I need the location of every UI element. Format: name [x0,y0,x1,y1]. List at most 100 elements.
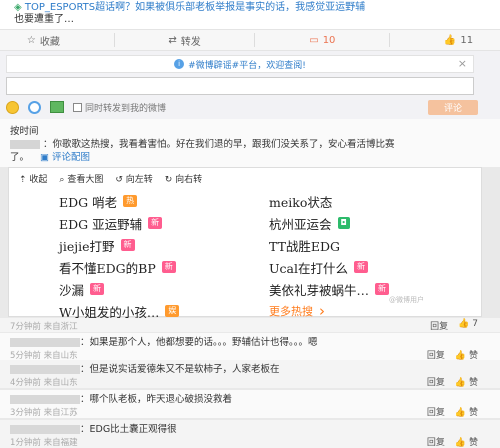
divider [113,33,115,47]
post-text-line1[interactable]: TOP_ESPORTS超话啊？如果被俱乐部老板举报是事实的话，我感觉亚运野辅 [25,2,365,13]
hot-search-item[interactable]: 杭州亚运会 ◘ [269,212,479,234]
hot-search-badge: 新 [354,261,368,273]
emoji-icon[interactable] [6,100,19,114]
like-button[interactable]: 👍 11 [444,35,473,46]
like-button[interactable]: 👍 赞 [455,375,478,388]
sort-by-time[interactable]: 按时间 [10,126,39,137]
like-button[interactable]: 👍 赞 [455,405,478,418]
hot-search-item[interactable]: EDG 哨老热 [59,190,259,212]
comment-meta: 4分钟前 来自山东 [10,377,78,388]
hot-search-item[interactable]: TT战胜EDG [269,234,479,256]
notice-text[interactable]: #微博辟谣#平台，欢迎查阅! [188,58,306,71]
hot-search-badge: 热 [123,195,138,207]
reply-button[interactable]: 回复 [427,405,445,418]
hot-list-left: EDG 哨老热 EDG 亚运野辅新 jiejie打野新看不懂EDG的BP 新沙漏新 W小… [59,190,259,322]
viewer-toolbar: ⇡ 收起 ⌕ 查看大图 ↺ 向左转 ↻ 向右转 [19,172,202,185]
post-text: ◈ TOP_ESPORTS超话啊？如果被俱乐部老板举报是事实的话，我感觉亚运野辅… [0,0,500,30]
repost-button[interactable]: ⇄ 转发 [168,33,200,48]
checkbox-icon [73,102,82,112]
hot-search-text: jiejie打野 [59,238,115,254]
collapse-button[interactable]: ⇡ 收起 [19,172,47,185]
thumb-up-icon: 👍 [454,408,469,418]
repost-icon: ⇄ [168,34,177,46]
hot-search-text: 沙漏 [59,282,85,298]
submit-comment-button[interactable]: 评论 [428,100,478,115]
comment-text: ：哪个队老板，昨天退心破损没救着 [80,394,233,405]
hot-search-badge: 娱 [165,305,180,317]
comment-input[interactable] [6,77,474,95]
hot-search-item[interactable]: EDG 亚运野辅新 [59,212,259,234]
super-topic-icon: ◈ [14,2,25,13]
hot-search-badge: ◘ [337,217,350,229]
hot-search-text: EDG 亚运野辅 [59,216,143,232]
reply-button[interactable]: 回复 [430,319,448,332]
hot-search-text: EDG 哨老 [59,194,118,210]
hot-search-item[interactable]: 沙漏新 [59,278,259,300]
post-text-line2: 也要遭重了… [14,14,74,25]
hot-search-item[interactable]: Ucal在打什么新 [269,256,479,278]
sort-bar: 按时间 [0,119,500,137]
avatar[interactable] [10,365,80,374]
avatar[interactable] [10,338,80,347]
like-button[interactable]: 👍 赞 [455,435,478,448]
avatar[interactable] [10,425,80,434]
notice-bar: i #微博辟谣#平台，欢迎查阅! × [6,55,474,73]
view-large-button[interactable]: ⌕ 查看大图 [59,172,103,185]
comment-meta: 7分钟前 来自浙江 [10,321,78,332]
image-viewer: ⇡ 收起 ⌕ 查看大图 ↺ 向左转 ↻ 向右转 EDG 哨老热 EDG 亚运野辅新… [8,167,482,320]
hot-list-right: meiko状态 杭州亚运会 ◘ TT战胜EDG Ucal在打什么新美依礼芽被蜗牛… 新更多… [269,190,479,322]
divider [389,33,391,47]
comment-text: ：EDG比土囊正观得很 [80,424,177,435]
topic-icon[interactable] [28,100,41,114]
hot-search-text: meiko状态 [269,194,333,210]
hot-search-item[interactable]: 美依礼芽被蜗牛… 新 [269,278,479,300]
watermark: @微博用户 [389,296,424,304]
reply-button[interactable]: 回复 [427,435,445,448]
rotate-left-button[interactable]: ↺ 向左转 [115,172,152,185]
thumb-up-icon: 👍 [454,378,469,388]
comment-item: ：EDG比土囊正观得很 1分钟前 来自福建 回复 👍 赞 [0,420,500,448]
hot-search-item[interactable]: jiejie打野新 [59,234,259,256]
image-link[interactable]: ▣ 评论配图 [40,152,90,163]
comment-item: 7分钟前 来自浙江 回复 👍 7 [0,318,500,332]
hot-search-badge: 新 [161,261,176,273]
hot-search-text: 杭州亚运会 [269,216,332,232]
hot-search-badge: 新 [120,239,135,251]
comment-item: ：如果是那个人，他都想要的话。。。野辅估计也得。。。嗯 5分钟前 来自山东 回复 👍 … [0,333,500,361]
hot-search-text: 看不懂EDG的BP [59,260,156,276]
composer-toolbar: 同时转发到我的微博 评论 [6,98,496,116]
comment-panel: i #微博辟谣#平台，欢迎查阅! × 同时转发到我的微博 评论 [0,51,500,119]
comment-item: ：但是说实话爱德朱又不是软柿子，人家老板在 4分钟前 来自山东 回复 👍 赞 [0,360,500,388]
comment-meta: 3分钟前 来自江苏 [10,407,78,418]
thumb-up-icon: 👍 [443,34,457,46]
comment-with-image: ：你歌歌这热搜，我看着害怕。好在我们退的早，跟我们没关系了，安心看活博比赛 了。… [0,137,500,167]
comment-meta: 1分钟前 来自福建 [10,437,78,448]
comment-icon: ▭ [309,34,319,46]
reply-button[interactable]: 回复 [427,375,445,388]
info-icon: i [174,59,185,69]
image-icon[interactable] [50,101,64,113]
repost-checkbox[interactable]: 同时转发到我的微博 [73,101,166,114]
notice-close-icon[interactable]: × [458,57,467,70]
favorite-button[interactable]: ☆ 收藏 [27,33,60,48]
divider [254,33,256,47]
hot-search-badge: 新 [148,217,163,229]
post-action-bar: ☆ 收藏 ⇄ 转发 ▭ 10 👍 11 [0,29,500,51]
hot-search-text: TT战胜EDG [269,238,341,254]
star-icon: ☆ [26,34,36,46]
comment-text-tail: 了。 [10,152,30,163]
hot-search-badge: 新 [375,283,390,295]
hot-search-badge: 新 [90,283,105,295]
rotate-right-button[interactable]: ↻ 向右转 [165,172,202,185]
comment-button[interactable]: ▭ 10 [309,35,335,46]
hot-search-item[interactable]: 看不懂EDG的BP 新 [59,256,259,278]
hot-search-text: 美依礼芽被蜗牛… [269,282,370,298]
avatar[interactable] [10,395,80,404]
comment-meta: 5分钟前 来自山东 [10,350,78,361]
avatar[interactable] [10,140,40,149]
like-button[interactable]: 👍 7 [458,319,478,332]
hot-search-text: Ucal在打什么 [269,260,348,276]
comment-text: ：但是说实话爱德朱又不是软柿子，人家老板在 [80,364,280,375]
hot-search-item[interactable]: meiko状态 [269,190,479,212]
thumb-up-icon: 👍 [458,319,473,329]
